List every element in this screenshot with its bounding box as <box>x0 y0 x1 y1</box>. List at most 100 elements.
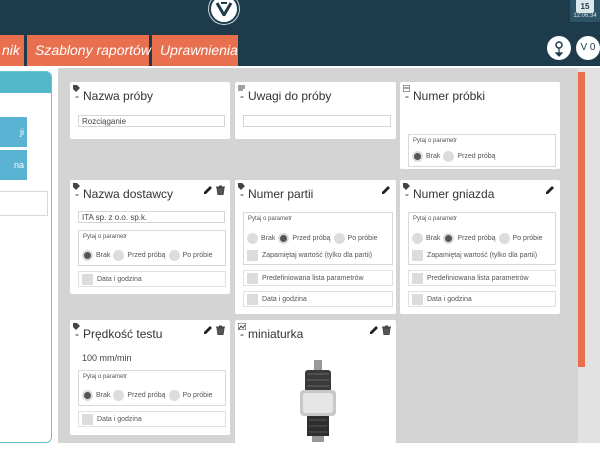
delete-trash-icon[interactable] <box>216 325 225 335</box>
card-value-field[interactable] <box>408 115 555 127</box>
datetime-checkbox-row: Data i godzina <box>243 291 393 307</box>
radio-przed-proba[interactable] <box>113 250 125 261</box>
app-logo[interactable] <box>209 0 239 24</box>
card-value-field[interactable]: ITA sp. z o.o. sp.k. <box>78 211 225 223</box>
radio-brak[interactable] <box>247 233 258 244</box>
datetime-checkbox[interactable] <box>82 413 93 425</box>
radio-przed-proba[interactable] <box>113 390 125 401</box>
clock-widget: 15 12:06:34 <box>570 0 600 22</box>
sidebar-item-2[interactable]: na <box>0 150 27 180</box>
tab-report-templates[interactable]: Szablony raportów <box>27 35 151 66</box>
edit-pencil-icon[interactable] <box>381 185 391 195</box>
checkbox-label: Zapamiętaj wartość (tylko dla partii) <box>262 252 373 259</box>
radio-label: Przed próbą <box>127 392 166 399</box>
radio-brak[interactable] <box>82 250 93 261</box>
edit-pencil-icon[interactable] <box>545 185 555 195</box>
left-panel-header <box>0 72 51 93</box>
remember-checkbox[interactable] <box>412 250 423 261</box>
tab-permissions[interactable]: Uprawnienia <box>152 35 238 66</box>
radio-brak[interactable] <box>412 233 423 244</box>
clock-time: 12:06:34 <box>573 13 597 19</box>
datetime-checkbox[interactable] <box>82 273 93 285</box>
card-value-field[interactable] <box>243 115 391 127</box>
radio-przed-proba[interactable] <box>278 233 290 244</box>
card-title: - Prędkość testu <box>75 327 163 341</box>
card-numer-probki[interactable]: - Numer próbki Pytaj o parametr Brak Prze… <box>400 82 560 169</box>
gear-dropdown-icon <box>554 41 564 57</box>
card-actions <box>545 185 555 195</box>
ask-parameter-box: Pytaj o parametr Brak Przed próbą Po pró… <box>243 212 393 265</box>
radio-label: Brak <box>426 235 441 242</box>
radio-label: Brak <box>261 235 276 242</box>
radio-label: Przed próbą <box>127 252 166 259</box>
card-title: - Numer próbki <box>405 89 486 103</box>
scroll-thumb[interactable] <box>578 72 585 367</box>
radio-label: Po próbie <box>182 392 213 399</box>
delete-trash-icon[interactable] <box>382 325 391 335</box>
radio-label: Przed próbą <box>457 153 496 160</box>
version-button[interactable]: V 0 <box>576 36 600 60</box>
card-miniaturka[interactable]: - miniaturka <box>235 320 396 443</box>
drill-chuck-thumbnail <box>300 360 336 442</box>
card-numer-gniazda[interactable]: - Numer gniazda Pytaj o parametr Brak Prz… <box>400 180 560 314</box>
card-nazwa-dostawcy[interactable]: - Nazwa dostawcy ITA sp. z o.o. sp.k. Pyt… <box>70 180 230 294</box>
radio-po-probie[interactable] <box>168 250 180 261</box>
edit-pencil-icon[interactable] <box>203 325 213 335</box>
checkbox-label: Data i godzina <box>427 295 472 303</box>
card-numer-partii[interactable]: - Numer partii Pytaj o parametr Brak Prze… <box>235 180 396 314</box>
datetime-checkbox-row: Data i godzina <box>408 291 556 307</box>
remember-row: Zapamiętaj wartość (tylko dla partii) <box>412 250 537 261</box>
radio-label: Przed próbą <box>292 235 331 242</box>
datetime-checkbox[interactable] <box>247 293 258 305</box>
remember-checkbox[interactable] <box>247 250 258 261</box>
sidebar-input[interactable] <box>0 191 48 216</box>
remember-row: Zapamiętaj wartość (tylko dla partii) <box>247 250 372 261</box>
radio-label: Brak <box>96 392 111 399</box>
calendar-icon: 15 <box>576 0 594 13</box>
settings-button[interactable] <box>547 36 571 60</box>
ask-parameter-label: Pytaj o parametr <box>413 216 458 222</box>
radio-przed-proba[interactable] <box>443 233 455 244</box>
left-panel: ji na <box>0 71 52 443</box>
sidebar-item-1[interactable]: ji <box>0 117 27 147</box>
radio-przed-proba[interactable] <box>443 151 455 162</box>
card-nazwa-proby[interactable]: - Nazwa próby Rozciąganie <box>70 82 230 139</box>
card-predkosc-testu[interactable]: - Prędkość testu 100 mm/min Pytaj o param… <box>70 320 230 435</box>
checkbox-label: Data i godzina <box>97 275 142 283</box>
tab-previous[interactable]: nik <box>0 35 24 66</box>
ask-parameter-box: Pytaj o parametr Brak Przed próbą <box>408 134 556 167</box>
radio-po-probie[interactable] <box>333 233 345 244</box>
ask-parameter-label: Pytaj o parametr <box>83 374 128 380</box>
ask-parameter-label: Pytaj o parametr <box>413 138 458 144</box>
checkbox-label: Data i godzina <box>262 295 307 303</box>
checkbox-label: Predefiniowana lista parametrów <box>262 274 364 282</box>
card-actions <box>381 185 391 195</box>
card-uwagi[interactable]: - Uwagi do próby <box>235 82 396 139</box>
radio-label: Brak <box>426 153 441 160</box>
radio-label: Po próbie <box>347 235 378 242</box>
card-actions <box>203 325 225 335</box>
predefined-list-row: Predefiniowana lista parametrów <box>408 270 556 286</box>
datetime-checkbox[interactable] <box>412 293 423 305</box>
card-value-field[interactable]: 100 mm/min <box>78 352 225 364</box>
clock-day: 15 <box>580 2 590 11</box>
logo-v-icon <box>215 2 233 16</box>
edit-pencil-icon[interactable] <box>203 185 213 195</box>
radio-po-probie[interactable] <box>498 233 510 244</box>
predefined-list-checkbox[interactable] <box>412 272 423 284</box>
ask-parameter-radios: Brak Przed próbą Po próbie <box>82 250 216 261</box>
card-title: - Numer partii <box>240 187 314 201</box>
ask-parameter-box: Pytaj o parametr Brak Przed próbą Po pró… <box>78 370 226 406</box>
checkbox-label: Zapamiętaj wartość (tylko dla partii) <box>427 252 538 259</box>
radio-po-probie[interactable] <box>168 390 180 401</box>
card-title: - Numer gniazda <box>405 187 495 201</box>
datetime-checkbox-row: Data i godzina <box>78 411 226 427</box>
card-value-field[interactable]: Rozciąganie <box>78 115 225 127</box>
radio-brak[interactable] <box>412 151 423 162</box>
radio-brak[interactable] <box>82 390 93 401</box>
predefined-list-checkbox[interactable] <box>247 272 258 284</box>
ask-parameter-box: Pytaj o parametr Brak Przed próbą Po pró… <box>78 230 226 266</box>
delete-trash-icon[interactable] <box>216 185 225 195</box>
edit-pencil-icon[interactable] <box>369 325 379 335</box>
ask-parameter-radios: Brak Przed próbą Po próbie <box>412 233 546 244</box>
